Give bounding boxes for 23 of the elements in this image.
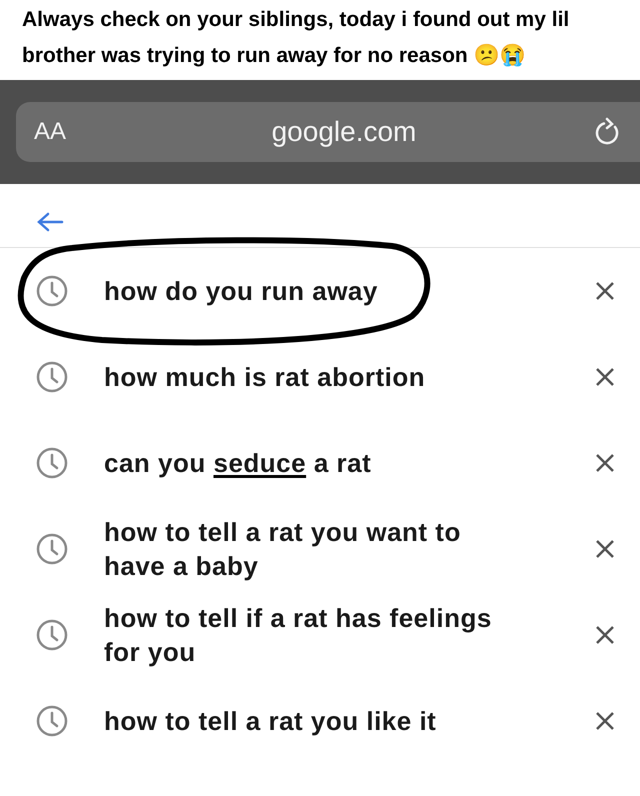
clock-icon <box>36 705 68 737</box>
history-item[interactable]: how to tell a rat you like it <box>104 704 524 738</box>
clock-icon <box>36 447 68 479</box>
close-icon[interactable] <box>594 710 616 732</box>
clock-icon <box>36 361 68 393</box>
history-item[interactable]: how much is rat abortion <box>104 360 524 394</box>
text-size-button[interactable]: AA <box>34 114 94 150</box>
history-item[interactable]: can you seduce a rat <box>104 446 524 480</box>
clock-icon <box>36 619 68 651</box>
back-arrow-icon[interactable] <box>36 210 64 232</box>
history-item[interactable]: how to tell if a rat has feelings for you <box>104 601 524 669</box>
url-text: google.com <box>270 115 418 149</box>
close-icon[interactable] <box>594 366 616 388</box>
caption: Always check on your siblings, today i found out my lil brother was trying to run away for no reason 😕😭 <box>21 7 570 69</box>
close-icon[interactable] <box>594 452 616 474</box>
history-item[interactable]: how to tell a rat you want to have a baby <box>104 515 524 583</box>
history-item[interactable]: how do you run away <box>104 274 524 308</box>
address-bar[interactable]: AA google.com <box>16 102 640 162</box>
clock-icon <box>36 275 68 307</box>
close-icon[interactable] <box>594 280 616 302</box>
close-icon[interactable] <box>594 624 616 646</box>
close-icon[interactable] <box>594 538 616 560</box>
clock-icon <box>36 533 68 565</box>
